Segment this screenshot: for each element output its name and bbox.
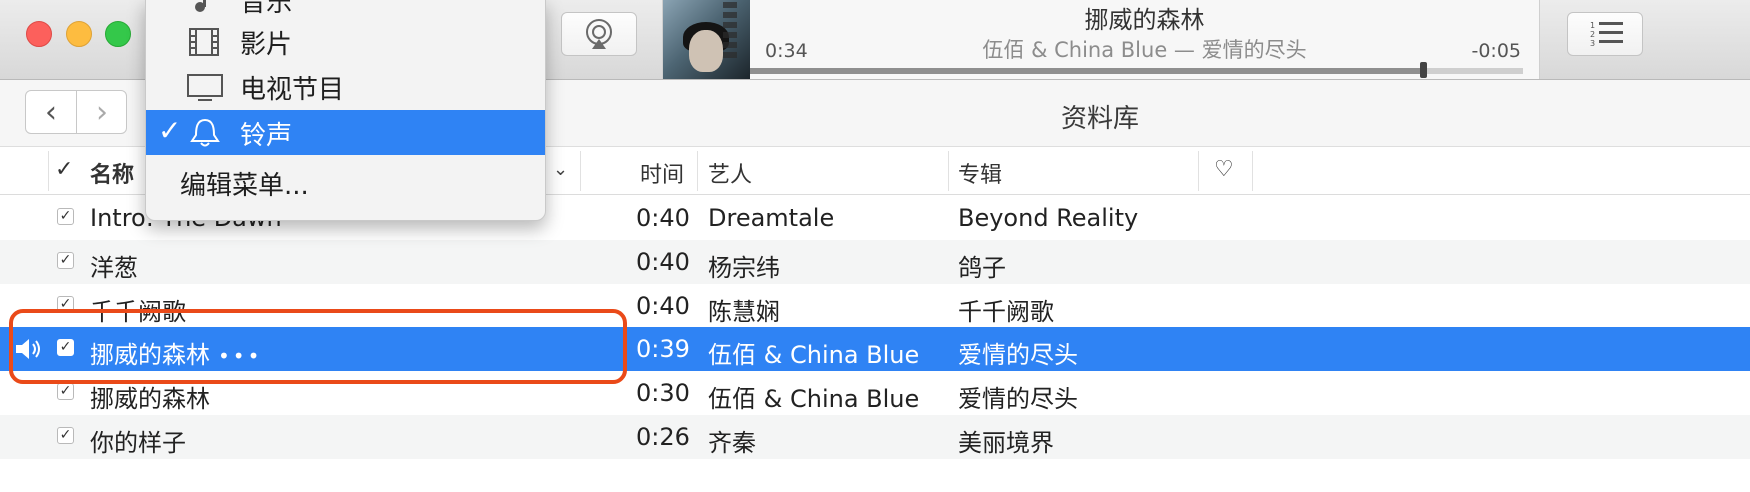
song-time: 0:26 [636,423,690,451]
now-playing-display: 挪威的森林 伍佰 & China Blue — 爱情的尽头 0:34 -0:05 [662,0,1540,79]
now-playing-subtitle: 伍佰 & China Blue — 爱情的尽头 [982,38,1307,62]
song-time: 0:39 [636,335,690,363]
row-checkbox[interactable]: ✓ [57,208,74,225]
row-checkbox[interactable]: ✓ [57,383,74,400]
remaining-time[interactable]: -0:05 [1471,40,1521,62]
song-time: 0:30 [636,379,690,407]
row-checkbox[interactable]: ✓ [57,427,74,444]
song-artist: 杨宗纬 [708,254,780,282]
column-header-name[interactable]: 名称 [90,157,134,189]
menu-item-edit-menu[interactable]: 编辑菜单... [146,160,545,205]
svg-text:1: 1 [1590,21,1595,30]
song-time: 0:40 [636,204,690,232]
column-header-love[interactable]: ♡ [1214,157,1234,182]
chevron-left-icon: ‹ [45,94,57,130]
column-header-time[interactable]: 时间 [640,157,684,189]
playback-progress-bar[interactable] [750,62,1523,78]
navigation-buttons: ‹ › [25,90,127,134]
progress-fill [750,68,1423,74]
menu-item-movies[interactable]: 影片 [146,19,545,64]
menu-item-tv-shows[interactable]: 电视节目 [146,64,545,109]
svg-text:3: 3 [1590,39,1595,48]
elapsed-time: 0:34 [765,40,808,62]
song-artist: 伍佰 & China Blue [708,341,920,369]
airplay-button[interactable] [561,12,637,56]
song-name: 洋葱 [90,254,138,282]
song-album: 鸽子 [958,254,1006,282]
minimize-window-button[interactable] [66,21,92,47]
bell-icon [190,118,220,147]
chevron-right-icon: › [96,94,108,130]
svg-text:2: 2 [1590,30,1595,39]
now-playing-title: 挪威的森林 [1084,6,1205,34]
song-album: Beyond Reality [958,204,1139,232]
zoom-window-button[interactable] [105,21,131,47]
menu-item-ringtones[interactable]: ✓ 铃声 [146,110,545,155]
film-icon [189,28,219,56]
song-artist: 齐秦 [708,429,756,457]
table-row[interactable]: ✓ 洋葱 0:40 杨宗纬 鸽子 [0,240,1750,284]
music-note-icon [195,0,206,12]
column-header-album[interactable]: 专辑 [958,157,1002,189]
up-next-button[interactable]: 1 2 3 [1567,12,1643,56]
song-album: 爱情的尽头 [958,385,1078,413]
airplay-icon [586,19,612,49]
chevron-down-icon[interactable]: ⌄ [553,159,568,180]
row-checkbox[interactable]: ✓ [57,252,74,269]
close-window-button[interactable] [26,21,52,47]
highlight-annotation [9,309,627,384]
up-next-list-icon: 1 2 3 [1590,21,1623,48]
song-artist: 陈慧娴 [708,298,780,326]
table-row[interactable]: ✓ 你的样子 0:26 齐秦 美丽境界 [0,415,1750,459]
progress-knob[interactable] [1419,62,1427,78]
column-header-artist[interactable]: 艺人 [708,157,752,189]
column-header-check[interactable]: ✓ [55,157,73,182]
back-button[interactable]: ‹ [26,91,77,133]
page-title: 资料库 [1060,104,1139,134]
forward-button[interactable]: › [77,91,127,133]
song-time: 0:40 [636,248,690,276]
song-album: 美丽境界 [958,429,1054,457]
song-time: 0:40 [636,292,690,320]
song-artist: Dreamtale [708,204,835,232]
song-album: 爱情的尽头 [958,341,1078,369]
checkmark-icon: ✓ [158,114,182,147]
song-artist: 伍佰 & China Blue [708,385,920,413]
song-name: 你的样子 [90,429,186,457]
media-kind-menu: 音乐 影片 电视节目 ✓ 铃声 编辑菜单... [145,0,546,221]
song-album: 千千阙歌 [958,298,1054,326]
album-artwork[interactable] [663,0,750,79]
song-name: 挪威的森林 [90,385,210,413]
tv-icon [187,74,223,101]
